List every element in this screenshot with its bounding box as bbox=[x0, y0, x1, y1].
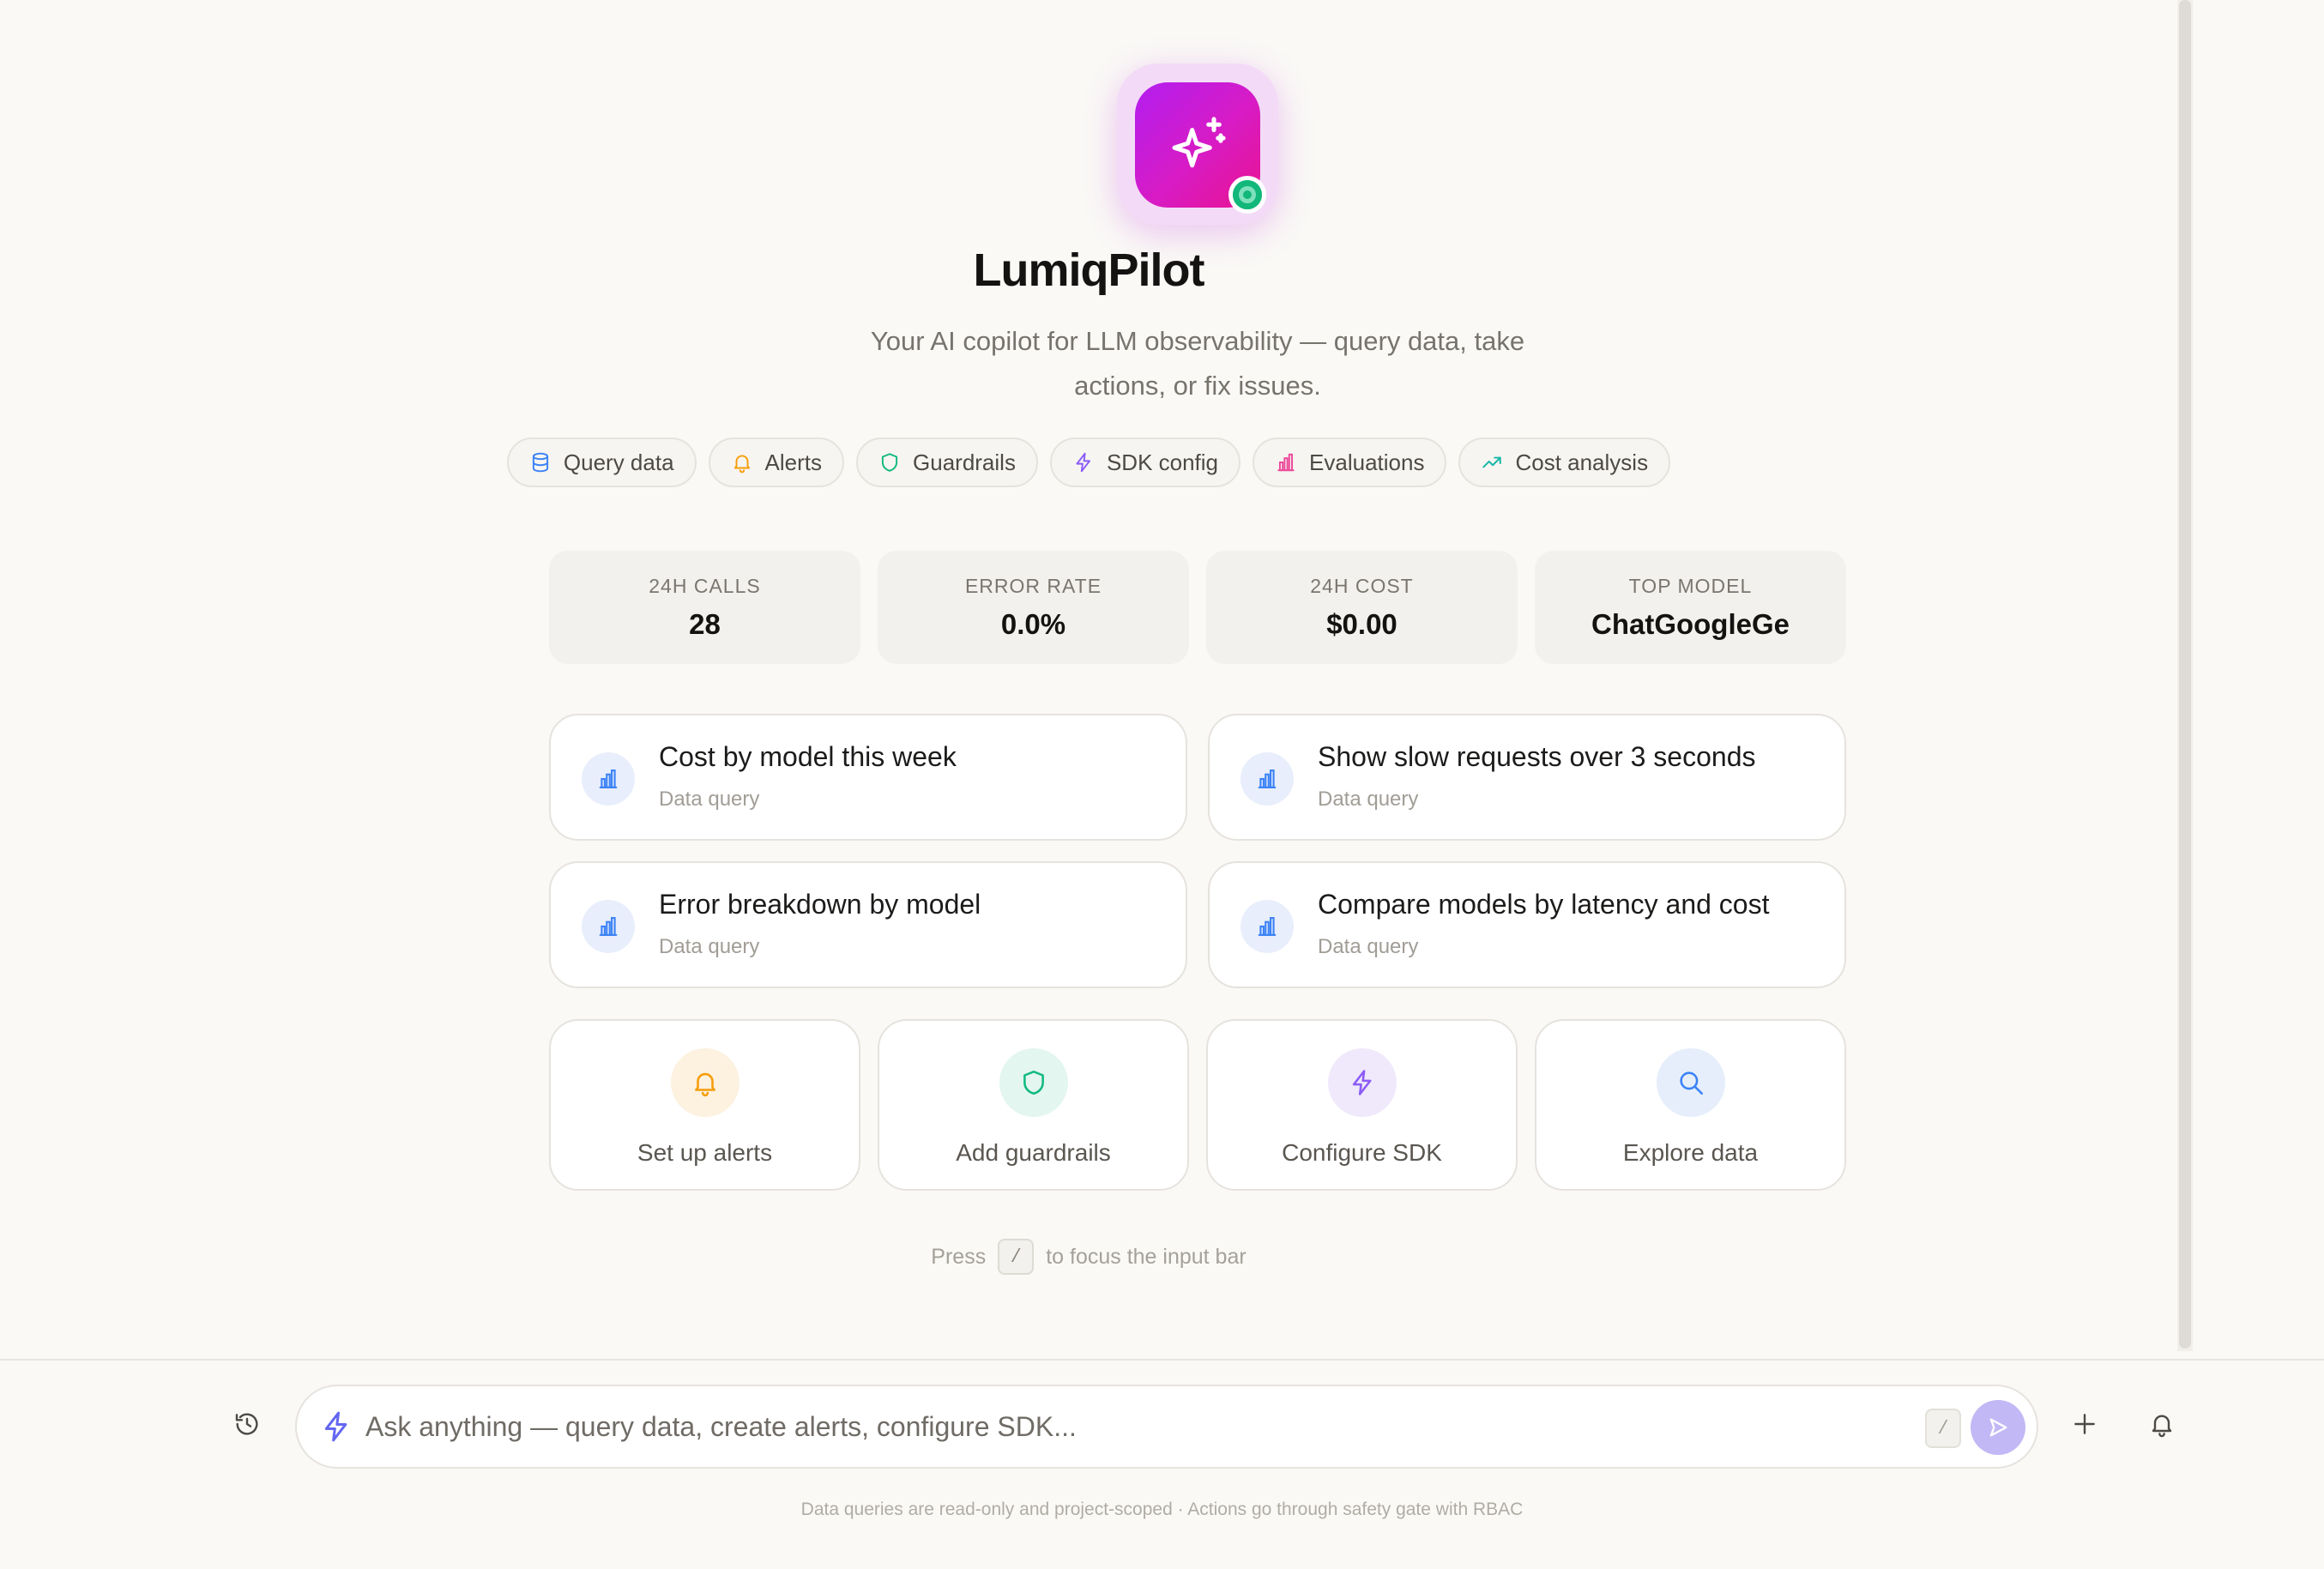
sugg-icon-wrap bbox=[582, 900, 635, 953]
online-status-indicator bbox=[1228, 176, 1266, 214]
chat-input-bar[interactable]: / bbox=[295, 1385, 2038, 1469]
stats-row: 24H CALLS 28 ERROR RATE 0.0% 24H COST $0… bbox=[549, 551, 1846, 664]
history-button[interactable] bbox=[221, 1398, 273, 1450]
stat-label: 24H CALLS bbox=[649, 574, 761, 597]
action-configure-sdk[interactable]: Configure SDK bbox=[1206, 1019, 1518, 1191]
bell-icon bbox=[694, 1072, 715, 1097]
app-subtitle: Your AI copilot for LLM observability — … bbox=[870, 326, 1525, 401]
suggested-queries: Cost by model this week Data query Show … bbox=[549, 714, 1846, 988]
suggestion-subtitle: Data query bbox=[1318, 935, 1419, 958]
bar-chart-icon bbox=[1258, 917, 1277, 936]
action-label: Configure SDK bbox=[1282, 1139, 1442, 1166]
trending-up-icon bbox=[1482, 456, 1502, 468]
bar-chart-icon bbox=[599, 769, 618, 788]
stat-value: 28 bbox=[689, 607, 721, 640]
sugg-icon-wrap bbox=[582, 752, 635, 806]
action-label: Explore data bbox=[1622, 1139, 1759, 1166]
hint-key: / bbox=[998, 1239, 1035, 1275]
page-scrollbar-thumb[interactable] bbox=[2179, 0, 2191, 1349]
stat-value: ChatGoogleGe bbox=[1591, 607, 1790, 640]
bar-chart-icon bbox=[599, 917, 618, 936]
capability-chips: Query data Alerts Guardrails SDK config … bbox=[0, 438, 2177, 487]
action-icon-wrap bbox=[1656, 1048, 1725, 1117]
suggestion-title: Show slow requests over 3 seconds bbox=[1318, 741, 1756, 772]
stat-error-rate: ERROR RATE 0.0% bbox=[878, 551, 1189, 664]
suggestion-subtitle: Data query bbox=[1318, 788, 1419, 811]
stat-24h-calls: 24H CALLS 28 bbox=[549, 551, 860, 664]
chip-sdk-config[interactable]: SDK config bbox=[1049, 438, 1241, 487]
send-button[interactable] bbox=[1971, 1400, 2025, 1455]
hint-after: to focus the input bar bbox=[1046, 1244, 1247, 1269]
chip-evaluations[interactable]: Evaluations bbox=[1253, 438, 1447, 487]
chip-label: Cost analysis bbox=[1515, 449, 1649, 475]
chip-label: SDK config bbox=[1106, 449, 1219, 475]
suggestion-subtitle: Data query bbox=[659, 788, 760, 811]
notifications-button[interactable] bbox=[2136, 1398, 2188, 1450]
chip-label: Alerts bbox=[764, 449, 823, 475]
hint-before: Press bbox=[931, 1244, 987, 1269]
bar-chart-icon bbox=[1258, 769, 1277, 788]
chip-label: Query data bbox=[563, 449, 674, 475]
bolt-icon bbox=[324, 1411, 347, 1442]
quick-actions: Set up alerts Add guardrails Configure S… bbox=[549, 1019, 1846, 1191]
stat-label: 24H COST bbox=[1310, 574, 1414, 597]
stat-label: TOP MODEL bbox=[1628, 574, 1753, 597]
chat-input[interactable] bbox=[365, 1398, 1858, 1455]
suggestion-card[interactable]: Cost by model this week Data query bbox=[549, 714, 1187, 841]
action-icon-wrap bbox=[1327, 1048, 1397, 1117]
chip-label: Guardrails bbox=[913, 449, 1016, 475]
bolt-icon bbox=[1076, 452, 1090, 473]
bell-icon bbox=[733, 455, 750, 474]
suggestion-card[interactable]: Error breakdown by model Data query bbox=[549, 861, 1187, 988]
action-label: Set up alerts bbox=[637, 1139, 773, 1166]
stat-top-model: TOP MODEL ChatGoogleGe bbox=[1535, 551, 1846, 664]
bolt-icon bbox=[1352, 1070, 1371, 1095]
action-label: Add guardrails bbox=[956, 1139, 1111, 1166]
shield-icon bbox=[881, 453, 898, 472]
stat-value: 0.0% bbox=[1000, 607, 1066, 640]
welcome-panel: LumiqPilot Your AI copilot for LLM obser… bbox=[0, 0, 2177, 1359]
chip-label: Evaluations bbox=[1309, 449, 1425, 475]
database-icon bbox=[532, 452, 549, 473]
action-icon-wrap bbox=[999, 1048, 1068, 1117]
chat-input-area: / Data queries are read-only and project… bbox=[0, 1359, 2324, 1569]
sparkle-icon bbox=[1172, 117, 1226, 168]
shortcut-key-badge: / bbox=[1925, 1409, 1961, 1448]
suggestion-subtitle: Data query bbox=[659, 935, 760, 958]
suggestion-title: Error breakdown by model bbox=[659, 889, 981, 920]
sugg-icon-wrap bbox=[1240, 900, 1294, 953]
action-set-up-alerts[interactable]: Set up alerts bbox=[549, 1019, 860, 1191]
sugg-icon-wrap bbox=[1240, 752, 1294, 806]
chip-alerts[interactable]: Alerts bbox=[708, 438, 845, 487]
footer-note: Data queries are read-only and project-s… bbox=[800, 1500, 1524, 1519]
chip-query-data[interactable]: Query data bbox=[506, 438, 697, 487]
action-add-guardrails[interactable]: Add guardrails bbox=[878, 1019, 1189, 1191]
bell-icon bbox=[2152, 1415, 2172, 1438]
new-chat-button[interactable] bbox=[2059, 1398, 2110, 1450]
suggestion-card[interactable]: Show slow requests over 3 seconds Data q… bbox=[1208, 714, 1846, 841]
bar-chart-icon bbox=[1277, 453, 1295, 472]
plus-icon bbox=[2074, 1414, 2095, 1434]
chip-cost-analysis[interactable]: Cost analysis bbox=[1458, 438, 1671, 487]
send-icon bbox=[1989, 1418, 2007, 1437]
search-icon bbox=[1679, 1071, 1703, 1095]
chip-guardrails[interactable]: Guardrails bbox=[856, 438, 1038, 487]
suggestion-card[interactable]: Compare models by latency and cost Data … bbox=[1208, 861, 1846, 988]
history-icon bbox=[235, 1413, 258, 1435]
action-icon-wrap bbox=[670, 1048, 739, 1117]
stat-24h-cost: 24H COST $0.00 bbox=[1206, 551, 1518, 664]
suggestion-title: Cost by model this week bbox=[659, 741, 957, 772]
app-title: LumiqPilot bbox=[973, 244, 1205, 296]
keyboard-hint: Press / to focus the input bar bbox=[0, 1239, 2177, 1275]
stat-label: ERROR RATE bbox=[964, 574, 1102, 597]
shield-icon bbox=[1023, 1070, 1044, 1095]
action-explore-data[interactable]: Explore data bbox=[1535, 1019, 1846, 1191]
suggestion-title: Compare models by latency and cost bbox=[1318, 889, 1770, 920]
stat-value: $0.00 bbox=[1326, 607, 1397, 640]
